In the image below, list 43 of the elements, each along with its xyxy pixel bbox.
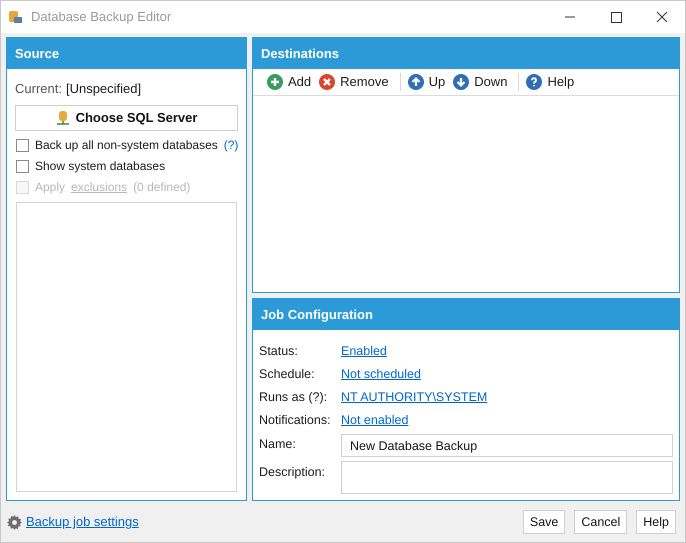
dialog-button[interactable]: Save [522, 510, 566, 534]
value-link[interactable]: NT AUTHORITY\SYSTEM [341, 388, 488, 407]
current-value: [Unspecified] [66, 80, 142, 98]
checkbox[interactable] [16, 138, 29, 152]
checkbox-label: Apply [35, 179, 66, 196]
toolbar-button[interactable]: Remove [317, 72, 391, 92]
count-text: (0 defined) [133, 179, 190, 196]
add-icon [267, 74, 283, 90]
value-link[interactable]: Enabled [341, 342, 387, 361]
name-field[interactable]: New Database Backup [341, 434, 673, 457]
value-link[interactable]: Not enabled [341, 411, 408, 430]
toolbar-button[interactable]: Help [524, 72, 576, 92]
panel-header: Job Configuration [253, 299, 679, 330]
app-icon [7, 9, 23, 25]
toolbar-button[interactable]: Up [406, 72, 448, 92]
checkbox-label: Show system databases [35, 158, 166, 175]
toolbar-button[interactable]: Down [451, 72, 510, 92]
down-icon [453, 74, 470, 90]
checkbox-label: Back up all non-system databases [35, 137, 218, 154]
settings-icon [7, 514, 22, 530]
toolbar-button[interactable]: Add [265, 72, 314, 92]
field-label: Status: [259, 343, 299, 360]
field-label: Runs as (?): [259, 389, 328, 406]
panel-header: Destinations [253, 38, 679, 69]
field-label: Description: [259, 464, 326, 481]
value-link[interactable]: Not scheduled [341, 365, 421, 384]
panel-header: Source [7, 38, 246, 69]
description-field[interactable] [341, 461, 673, 494]
dialog-button[interactable]: Cancel [574, 510, 628, 534]
dialog-button[interactable]: Help [636, 510, 676, 534]
choose-server-button[interactable]: Choose SQL Server [15, 104, 238, 130]
checkbox[interactable] [16, 160, 29, 172]
help-icon [526, 74, 542, 90]
current-label: Current: [15, 80, 62, 98]
field-label: Notifications: [259, 412, 332, 430]
field-label: Schedule: [259, 366, 316, 384]
field-label: Name: [259, 436, 297, 453]
window-title: Database Backup Editor [31, 8, 172, 26]
remove-icon [319, 74, 336, 90]
help-link[interactable]: (?) [224, 136, 238, 154]
settings-link[interactable]: Backup job settings [26, 512, 139, 532]
up-icon [408, 74, 424, 90]
database-icon [56, 110, 70, 126]
